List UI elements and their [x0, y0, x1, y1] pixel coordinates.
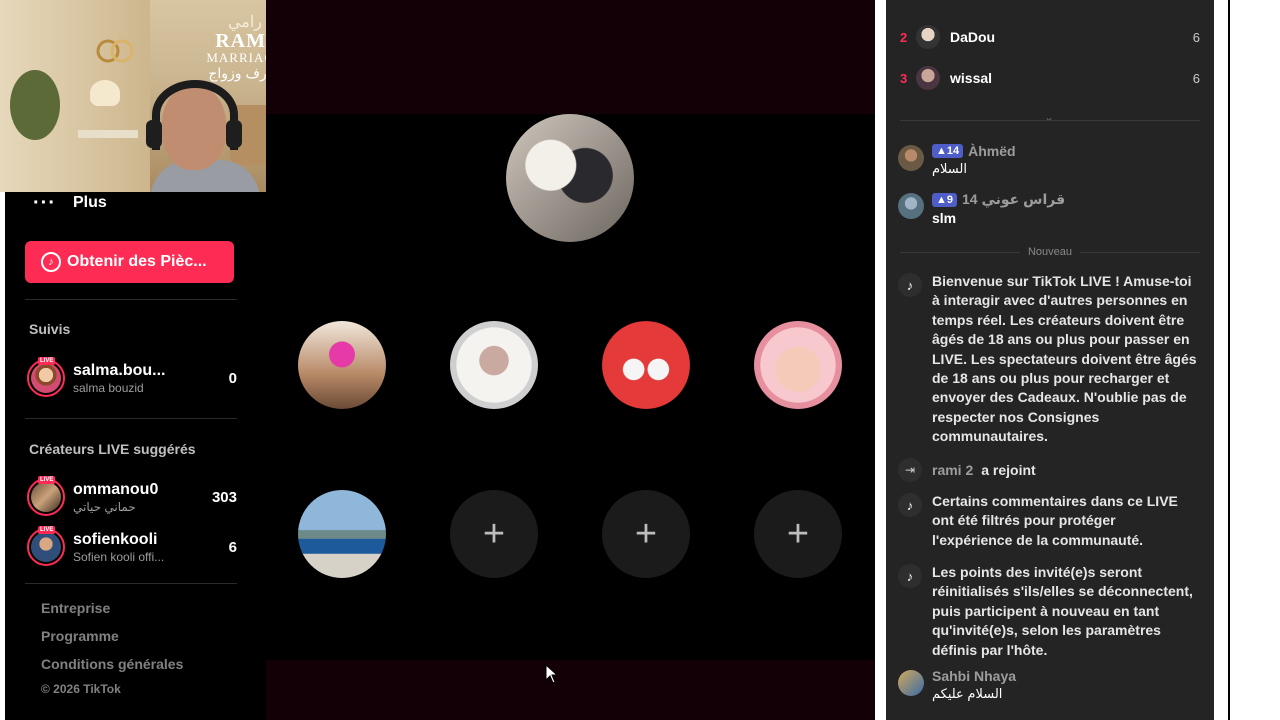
- suggested-item-sofienkooli[interactable]: LIVE sofienkooli Sofien kooli offi... 6: [27, 526, 237, 567]
- avatar[interactable]: [898, 193, 924, 219]
- chat-message: ▲9 قراس عوني 14 slm: [898, 191, 1198, 226]
- chat-message: ▲14 Àhmëd السلام: [898, 143, 1198, 177]
- chat-message: Sahbi Nhaya السلام عليكم: [898, 668, 1198, 702]
- chat-text: slm: [932, 210, 957, 226]
- avatar: [916, 66, 940, 90]
- mouse-cursor-icon: [545, 664, 559, 684]
- more-dots-icon: ···: [33, 192, 56, 214]
- chat-username[interactable]: قراس عوني 14: [962, 191, 1065, 208]
- creator-name: sofienkooli: [73, 530, 158, 548]
- guest-avatar-2[interactable]: [450, 321, 538, 409]
- footer-link-conditions[interactable]: Conditions générales: [41, 656, 183, 672]
- right-edge-line: [1228, 0, 1230, 720]
- system-message: ♪ Les points des invité(e)s seront réini…: [898, 563, 1198, 660]
- add-guest-slot[interactable]: +: [602, 490, 690, 578]
- guest-avatar-3[interactable]: [602, 321, 690, 409]
- live-badge: LIVE: [38, 526, 56, 534]
- system-message-text: Certains commentaires dans ce LIVE ont é…: [932, 493, 1178, 548]
- chat-text: السلام: [932, 161, 967, 176]
- creator-name: ommanou0: [73, 480, 159, 498]
- system-message: ♪ Certains commentaires dans ce LIVE ont…: [898, 492, 1198, 550]
- avatar[interactable]: [898, 670, 924, 696]
- wedding-rings-icon: [96, 39, 134, 63]
- avatar: LIVE: [27, 526, 65, 566]
- tiktok-logo-icon: ♪: [898, 273, 922, 297]
- plus-icon: +: [482, 512, 506, 555]
- level-badge: ▲14: [932, 144, 964, 158]
- new-messages-separator: Nouveau: [900, 246, 1201, 258]
- creator-subtitle: حماني حياتي: [73, 499, 136, 514]
- chat-username[interactable]: Sahbi Nhaya: [932, 668, 1016, 684]
- rank-score: 6: [1192, 29, 1200, 45]
- chat-panel: 2 DaDou 6 3 wissal 6 ⌄ ▲14 Àhmëd السلام …: [886, 0, 1214, 720]
- avatar: [916, 25, 940, 49]
- divider: [25, 418, 237, 419]
- guest-avatar-1[interactable]: [298, 321, 386, 409]
- plant: [10, 70, 60, 140]
- lamp: [90, 80, 120, 106]
- creator-subtitle: salma bouzid: [73, 380, 144, 395]
- suggested-title: Créateurs LIVE suggérés: [29, 441, 196, 457]
- new-label: Nouveau: [1027, 246, 1073, 258]
- join-username[interactable]: rami 2: [932, 462, 973, 478]
- get-coins-label: Obtenir des Pièc...: [67, 253, 207, 270]
- tiktok-logo-icon: ♪: [898, 493, 922, 517]
- tiktok-logo-icon: ♪: [898, 564, 922, 588]
- stage-bottom-band: [266, 660, 875, 720]
- add-guest-slot[interactable]: +: [450, 490, 538, 578]
- chat-username[interactable]: Àhmëd: [968, 143, 1015, 159]
- viewer-count: 6: [228, 538, 237, 556]
- live-badge: LIVE: [38, 476, 56, 484]
- add-guest-slot[interactable]: +: [754, 490, 842, 578]
- get-coins-button[interactable]: ♪ Obtenir des Pièc...: [25, 241, 234, 283]
- stage-top-band: [266, 0, 875, 114]
- copyright: © 2026 TikTok: [41, 682, 121, 696]
- suggested-item-ommanou0[interactable]: LIVE ommanou0 حماني حياتي 303: [27, 476, 237, 517]
- following-title: Suivis: [29, 321, 71, 337]
- tiktok-coin-icon: ♪: [41, 252, 61, 272]
- join-icon: ⇥: [898, 458, 922, 482]
- rank-score: 6: [1192, 70, 1200, 86]
- ranking-row[interactable]: 3 wissal 6: [900, 65, 1200, 91]
- guest-avatar-5[interactable]: [298, 490, 386, 578]
- guest-avatar-4[interactable]: [754, 321, 842, 409]
- system-message-text: Bienvenue sur TikTok LIVE ! Amuse-toi à …: [932, 273, 1197, 445]
- divider: [900, 120, 1200, 121]
- plus-icon: +: [634, 512, 658, 555]
- side-table: [78, 130, 138, 138]
- rank-name: DaDou: [950, 29, 996, 45]
- system-message-text: Les points des invité(e)s seront réiniti…: [932, 564, 1193, 658]
- join-action: a rejoint: [981, 462, 1036, 478]
- join-notice: ⇥ rami 2 a rejoint: [898, 458, 1198, 482]
- footer-link-entreprise[interactable]: Entreprise: [41, 600, 110, 616]
- viewer-count: 0: [228, 369, 237, 387]
- rank-number: 2: [900, 29, 908, 45]
- rank-name: wissal: [950, 70, 993, 86]
- plus-icon: +: [786, 512, 810, 555]
- system-message: ♪ Bienvenue sur TikTok LIVE ! Amuse-toi …: [898, 272, 1198, 447]
- live-badge: LIVE: [38, 357, 56, 365]
- right-margin: [1214, 0, 1228, 720]
- viewer-count: 303: [211, 488, 237, 506]
- live-stage: + + +: [266, 0, 875, 720]
- footer-link-programme[interactable]: Programme: [41, 628, 119, 644]
- chevron-down-icon[interactable]: ⌄: [1044, 110, 1054, 124]
- avatar[interactable]: [898, 145, 924, 171]
- avatar: LIVE: [27, 476, 65, 516]
- creator-subtitle: Sofien kooli offi...: [73, 549, 165, 564]
- creator-name: salma.bou...: [73, 361, 166, 379]
- more-menu-item[interactable]: ··· Plus: [33, 192, 107, 214]
- avatar: LIVE: [27, 357, 65, 397]
- level-badge: ▲9: [932, 192, 958, 207]
- host-avatar[interactable]: [506, 114, 634, 242]
- divider: [25, 299, 237, 300]
- streamer: [140, 80, 260, 192]
- divider: [25, 583, 237, 584]
- rank-number: 3: [900, 70, 908, 86]
- following-item-salma[interactable]: LIVE salma.bou... salma bouzid 0: [27, 357, 237, 398]
- chat-text: السلام عليكم: [932, 686, 1003, 701]
- more-label: Plus: [73, 194, 107, 211]
- ranking-row[interactable]: 2 DaDou 6: [900, 24, 1200, 50]
